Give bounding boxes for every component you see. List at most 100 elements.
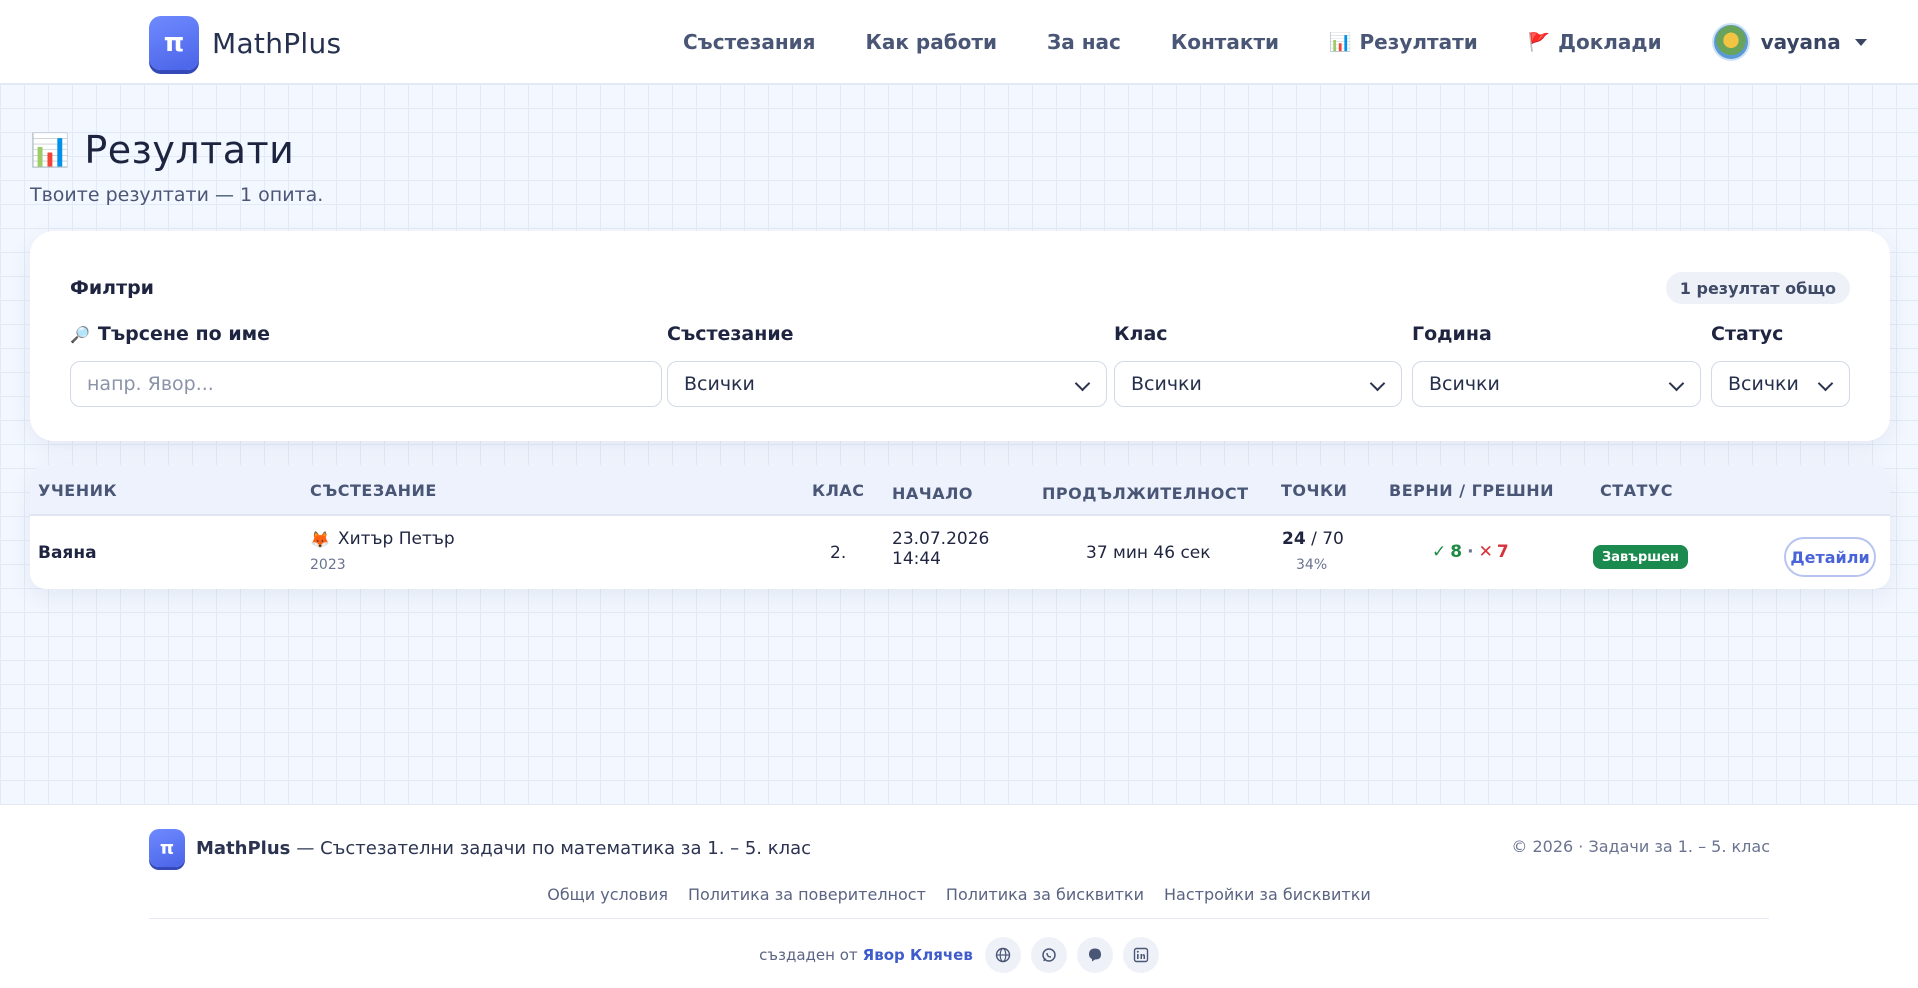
linkedin-icon[interactable] <box>1122 937 1159 973</box>
nav-reports[interactable]: 🚩 Доклади <box>1528 30 1662 54</box>
year-select[interactable]: Всички <box>1412 361 1701 407</box>
footer-divider <box>149 918 1769 919</box>
separator: · <box>1467 542 1474 562</box>
copyright: © 2026 · Задачи за 1. – 5. клас <box>1511 837 1770 856</box>
user-menu[interactable]: vayana <box>1711 23 1867 61</box>
filters-title: Филтри <box>70 277 154 299</box>
viber-icon[interactable] <box>1076 937 1113 973</box>
link-privacy[interactable]: Политика за поверителност <box>688 885 926 904</box>
col-grade[interactable]: КЛАС <box>812 465 865 516</box>
points-max: / 70 <box>1311 529 1344 549</box>
footer-brand: π MathPlus — Състезателни задачи по мате… <box>149 829 811 867</box>
credit-author-link[interactable]: Явор Клячев <box>863 946 973 964</box>
nav-about[interactable]: За нас <box>1047 30 1121 54</box>
status-select-value: Всички <box>1728 373 1799 395</box>
chevron-down-icon <box>1074 375 1091 392</box>
start-datetime: 23.07.2026 14:44 <box>892 529 989 569</box>
nav-contacts[interactable]: Контакти <box>1171 30 1279 54</box>
competition-select[interactable]: Всички <box>667 361 1107 407</box>
page-subtitle: Твоите резултати — 1 опита. <box>30 184 324 206</box>
col-competition[interactable]: СЪСТЕЗАНИЕ <box>310 465 437 516</box>
search-label: 🔎 Търсене по име <box>70 319 662 349</box>
chevron-down-icon <box>1668 375 1685 392</box>
duration-value: 37 мин 46 сек <box>1086 543 1211 563</box>
grade-select-value: Всички <box>1131 373 1202 395</box>
chevron-down-icon <box>1369 375 1386 392</box>
check-icon: ✓ <box>1432 542 1447 562</box>
col-status[interactable]: СТАТУС <box>1600 465 1673 516</box>
col-start[interactable]: НАЧАЛО <box>892 468 973 519</box>
search-input-wrapper <box>70 361 662 407</box>
col-correct-wrong[interactable]: ВЕРНИ / ГРЕШНИ <box>1389 465 1554 516</box>
correct-wrong-value: ✓ 8 · ✕ 7 <box>1432 542 1509 562</box>
col-student[interactable]: УЧЕНИК <box>38 465 117 516</box>
nav-how-it-works-label: Как работи <box>865 30 998 54</box>
globe-icon[interactable] <box>984 937 1021 973</box>
status-badge: Завършен <box>1593 545 1688 569</box>
link-cookie-policy[interactable]: Политика за бисквитки <box>946 885 1144 904</box>
competition-filter: Състезание Всички <box>667 319 1107 407</box>
whatsapp-icon[interactable] <box>1030 937 1067 973</box>
credit: създаден от Явор Клячев <box>0 937 1918 973</box>
bar-chart-icon: 📊 <box>30 131 71 169</box>
correct-count: 8 <box>1450 542 1463 562</box>
cross-icon: ✕ <box>1478 542 1493 562</box>
total-results-badge: 1 резултат общо <box>1665 272 1850 304</box>
competition-filter-label: Състезание <box>667 323 794 345</box>
nav-reports-label: Доклади <box>1558 30 1662 54</box>
nav-competitions-label: Състезания <box>683 30 816 54</box>
details-button[interactable]: Детайли <box>1784 537 1876 577</box>
nav-competitions[interactable]: Състезания <box>683 30 816 54</box>
flag-icon: 🚩 <box>1527 31 1551 53</box>
nav-results[interactable]: 📊 Резултати <box>1329 30 1478 54</box>
footer-brand-name: MathPlus <box>196 837 291 859</box>
filters-card: Филтри 1 резултат общо 🔎 Търсене по име … <box>30 231 1890 441</box>
grade-select[interactable]: Всички <box>1114 361 1402 407</box>
search-input[interactable] <box>87 373 645 395</box>
points-score: 24 <box>1282 529 1306 549</box>
avatar <box>1711 23 1750 61</box>
chevron-down-icon <box>1817 375 1834 392</box>
link-cookie-settings[interactable]: Настройки за бисквитки <box>1164 885 1371 904</box>
page-title-text: Резултати <box>84 128 295 172</box>
status-filter-label: Статус <box>1711 323 1784 345</box>
nav-how-it-works[interactable]: Как работи <box>866 30 998 54</box>
pi-logo-icon[interactable]: π <box>149 829 185 867</box>
start-time: 14:44 <box>892 549 941 569</box>
search-field: 🔎 Търсене по име <box>70 319 662 407</box>
main-content: 📊 Резултати Твоите резултати — 1 опита. … <box>0 84 1918 804</box>
logo-text: MathPlus <box>212 26 342 60</box>
year-filter-label: Година <box>1412 323 1492 345</box>
competition-name: 🦊 Хитър Петър <box>310 529 455 549</box>
top-header: π MathPlus Състезания Как работи За нас … <box>0 0 1918 84</box>
credit-prefix: създаден от <box>759 946 858 964</box>
magnifier-icon: 🔎 <box>70 324 90 344</box>
fox-icon: 🦊 <box>310 529 330 549</box>
caret-down-icon <box>1854 38 1867 46</box>
link-terms[interactable]: Общи условия <box>547 885 668 904</box>
footer-tagline: — Състезателни задачи по математика за 1… <box>296 837 812 859</box>
footer: π MathPlus — Състезателни задачи по мате… <box>0 804 1918 988</box>
logo[interactable]: π MathPlus <box>149 16 341 70</box>
nav-about-label: За нас <box>1047 30 1121 54</box>
points-value: 24 / 70 <box>1282 529 1344 549</box>
student-name: Ваяна <box>38 543 97 563</box>
nav-contacts-label: Контакти <box>1170 30 1280 54</box>
footer-links: Общи условия Политика за поверителност П… <box>0 885 1918 904</box>
pi-logo-icon: π <box>149 16 199 70</box>
col-points[interactable]: ТОЧКИ <box>1281 465 1347 516</box>
wrong-count: 7 <box>1496 542 1509 562</box>
competition-name-text: Хитър Петър <box>337 529 455 549</box>
page-title: 📊 Резултати <box>30 128 294 172</box>
results-table: УЧЕНИК СЪСТЕЗАНИЕ КЛАС НАЧАЛО ПРОДЪЛЖИТЕ… <box>30 465 1890 589</box>
status-select[interactable]: Всички <box>1711 361 1850 407</box>
year-select-value: Всички <box>1429 373 1500 395</box>
points-percent: 34% <box>1296 557 1328 573</box>
col-duration[interactable]: ПРОДЪЛЖИТЕЛНОСТ <box>1042 468 1249 519</box>
bar-chart-icon: 📊 <box>1329 31 1352 53</box>
competition-year: 2023 <box>310 557 346 573</box>
search-label-text: Търсене по име <box>97 323 271 345</box>
year-filter: Година Всички <box>1412 319 1701 407</box>
main-nav: Състезания Как работи За нас Контакти 📊 … <box>683 0 1867 84</box>
grade-filter-label: Клас <box>1114 323 1168 345</box>
